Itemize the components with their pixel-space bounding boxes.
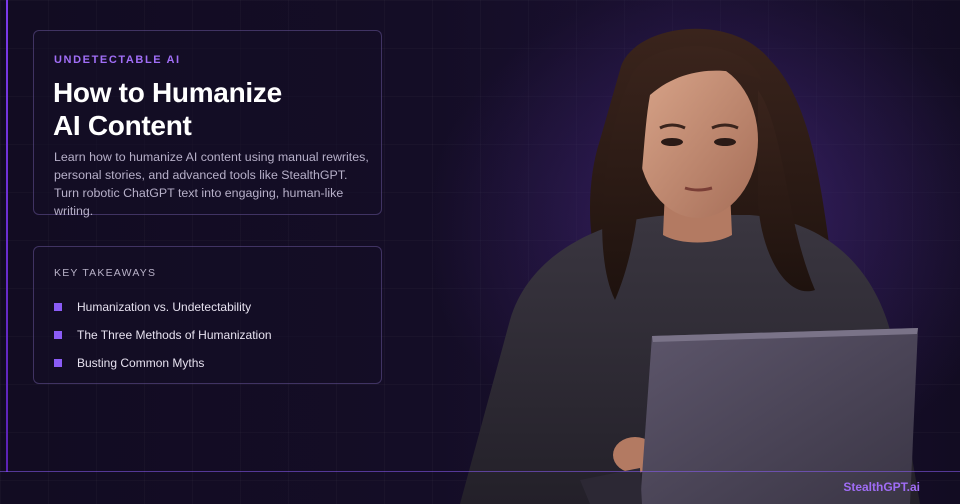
takeaway-label: Humanization vs. Undetectability bbox=[77, 300, 252, 314]
list-item: Humanization vs. Undetectability bbox=[54, 293, 272, 321]
takeaway-label: The Three Methods of Humanization bbox=[77, 328, 272, 342]
title-line-2: AI Content bbox=[53, 110, 192, 141]
square-bullet-icon bbox=[54, 303, 62, 311]
title-line-1: How to Humanize bbox=[53, 77, 282, 108]
category-label: UNDETECTABLE AI bbox=[54, 54, 181, 66]
right-eye bbox=[714, 138, 736, 146]
bottom-divider bbox=[0, 471, 960, 472]
brand-label: StealthGPT.ai bbox=[843, 480, 920, 494]
woman-laptop-photo bbox=[440, 0, 960, 504]
key-takeaways-heading: KEY TAKEAWAYS bbox=[54, 267, 157, 279]
list-item: Busting Common Myths bbox=[54, 349, 272, 377]
left-eye bbox=[661, 138, 683, 146]
takeaway-label: Busting Common Myths bbox=[77, 356, 205, 370]
square-bullet-icon bbox=[54, 331, 62, 339]
intro-card: UNDETECTABLE AI How to Humanize AI Conte… bbox=[33, 30, 382, 218]
left-accent-line bbox=[6, 0, 8, 472]
description: Learn how to humanize AI content using m… bbox=[54, 150, 369, 218]
page-title: How to Humanize AI Content bbox=[53, 76, 373, 142]
list-item: The Three Methods of Humanization bbox=[54, 321, 272, 349]
square-bullet-icon bbox=[54, 359, 62, 367]
key-takeaways-list: Humanization vs. Undetectability The Thr… bbox=[54, 293, 272, 377]
key-takeaways-card: KEY TAKEAWAYS Humanization vs. Undetecta… bbox=[33, 246, 382, 384]
laptop-lid bbox=[640, 328, 918, 504]
hero-banner: UNDETECTABLE AI How to Humanize AI Conte… bbox=[0, 0, 960, 504]
